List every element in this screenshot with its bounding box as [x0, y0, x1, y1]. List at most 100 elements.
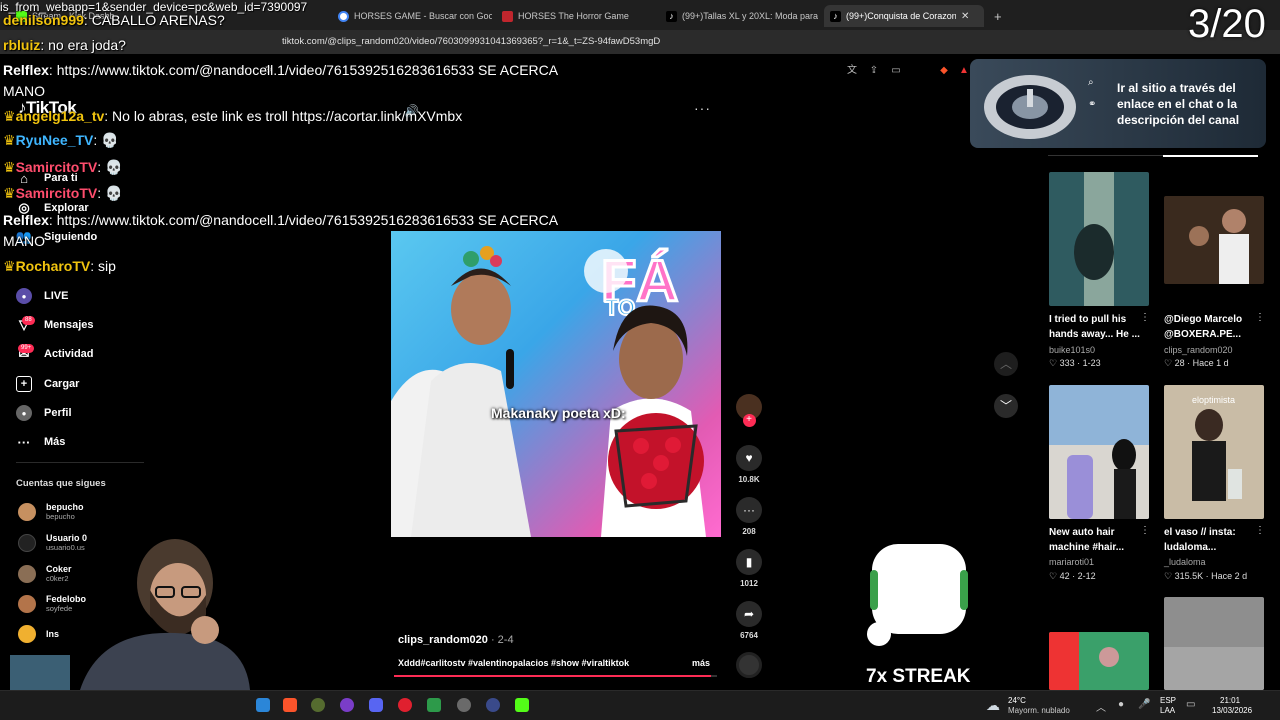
rec-thumb-image	[1049, 385, 1149, 519]
tray-chevron-icon[interactable]: ︿	[1096, 699, 1106, 714]
rec-options-icon[interactable]: ⋮	[1255, 312, 1265, 323]
network-icon[interactable]: ▭	[1186, 699, 1195, 710]
tab-google-search[interactable]: HORSES GAME - Buscar con Google	[332, 5, 492, 27]
video-options-icon[interactable]: ···	[694, 100, 711, 116]
weather-desc: Mayorm. nublado	[1008, 706, 1070, 715]
creator-avatar[interactable]: +	[736, 394, 762, 427]
upload-icon: +	[16, 376, 32, 392]
tab-label: (99+)Conquista de Corazones: P	[846, 11, 956, 21]
chat-message: ♛angelg12a_tv: No lo abras, este link es…	[3, 108, 463, 124]
rec-title[interactable]: I tried to pull his hands away... He ...	[1049, 312, 1149, 342]
like-button[interactable]: ♥ 10.8K	[736, 445, 762, 484]
heart-icon: ♥	[736, 445, 762, 471]
new-tab-button[interactable]: +	[988, 5, 1008, 27]
live-icon: ●	[16, 288, 32, 304]
streak-ghost-icon	[867, 544, 968, 646]
tab-label: HORSES GAME - Buscar con Google	[354, 11, 492, 21]
rec-title[interactable]: @Diego Marcelo @BOXERA.PE...	[1164, 312, 1264, 342]
brave-taskbar-icon[interactable]	[283, 698, 297, 712]
app-icon[interactable]	[457, 698, 471, 712]
kick-taskbar-icon[interactable]	[515, 698, 529, 712]
rec-video-thumb[interactable]	[1049, 385, 1149, 519]
crown-icon: ♛	[3, 258, 16, 274]
app-icon[interactable]	[340, 698, 354, 712]
share-button[interactable]: ➦ 6764	[736, 601, 762, 640]
sound-disc[interactable]	[736, 652, 762, 678]
app-icon[interactable]	[311, 698, 325, 712]
nav-mas[interactable]: ··· Más	[16, 434, 66, 450]
url-field[interactable]: tiktok.com/@clips_random020/video/760309…	[282, 34, 1002, 50]
app-icon[interactable]	[256, 698, 270, 712]
comment-button[interactable]: ··· 208	[736, 497, 762, 536]
tray-icon[interactable]: ●	[1118, 699, 1124, 710]
heart-outline-icon: ♡	[1049, 571, 1058, 581]
google-icon	[338, 10, 349, 22]
nav-live[interactable]: ● LIVE	[16, 288, 68, 304]
streamer-image	[10, 539, 250, 690]
chat-message: MANO	[3, 233, 45, 249]
rec-options-icon[interactable]: ⋮	[1140, 312, 1150, 323]
streak-label: 7x STREAK	[866, 666, 971, 687]
roulette-icon	[984, 75, 1076, 139]
rec-thumb-image	[1049, 172, 1149, 306]
clock-time[interactable]: 21:01	[1220, 696, 1240, 705]
save-button[interactable]: ▮ 1012	[736, 549, 762, 588]
follow-plus-icon[interactable]: +	[742, 414, 756, 427]
app-icon[interactable]	[427, 698, 441, 712]
rec-title[interactable]: New auto hair machine #hair...	[1049, 525, 1149, 555]
music-disc-icon	[736, 652, 762, 678]
rec-thumb-image	[1164, 597, 1264, 690]
nav-cargar[interactable]: + Cargar	[16, 376, 79, 392]
rec-title[interactable]: el vaso // insta: ludaloma...	[1164, 525, 1264, 555]
language-layout: LAA	[1160, 706, 1176, 715]
search-icon: ⌕	[1088, 77, 1094, 88]
language-indicator[interactable]: ESP	[1160, 696, 1176, 705]
tab-tiktok-tallas[interactable]: ♪ (99+)Tallas XL y 20XL: Moda para Tod	[660, 5, 818, 27]
brave-rewards-icon[interactable]: ▲	[958, 65, 970, 77]
rec-options-icon[interactable]: ⋮	[1255, 525, 1265, 536]
rec-meta: ♡ 315.5K · Hace 2 d	[1164, 571, 1248, 581]
video-progress-fill	[394, 675, 711, 677]
rec-video-thumb[interactable]	[1164, 597, 1264, 690]
cast-icon[interactable]: ▭	[890, 65, 902, 77]
microphone-icon[interactable]: 🎤	[1138, 699, 1150, 710]
rec-options-icon[interactable]: ⋮	[1140, 525, 1150, 536]
rec-video-thumb[interactable]	[1164, 196, 1264, 284]
divider	[16, 462, 144, 463]
app-icon[interactable]	[486, 698, 500, 712]
brave-shield-icon[interactable]: ◆	[938, 65, 950, 77]
nav-perfil[interactable]: ● Perfil	[16, 405, 72, 421]
chat-message: Relflex: https://www.tiktok.com/@nandoce…	[3, 62, 559, 78]
video-progress-track[interactable]	[394, 675, 717, 677]
tab-horses-game[interactable]: HORSES The Horror Game	[496, 5, 656, 27]
weather-temp[interactable]: 24°C	[1008, 696, 1026, 705]
stream-counter: 3/20	[1188, 2, 1266, 46]
rec-video-thumb[interactable]	[1049, 172, 1149, 306]
previous-video-icon[interactable]: ︿	[994, 352, 1018, 376]
share-icon[interactable]: ⇪	[868, 65, 880, 77]
chat-message: denilson999: CABALLO ARENAS?	[3, 12, 225, 28]
opera-icon[interactable]	[398, 698, 412, 712]
weather-icon: ☁	[986, 697, 1000, 713]
chat-message: ♛SamircitoTV: 💀	[3, 185, 123, 201]
chat-message: Relflex: https://www.tiktok.com/@nandoce…	[3, 212, 559, 228]
rec-video-thumb[interactable]: eloptimista	[1164, 385, 1264, 519]
translate-icon[interactable]: 文	[846, 65, 858, 77]
video-frame: FÁ TO	[391, 246, 706, 537]
video-author[interactable]: clips_random020 · 2-4	[398, 634, 514, 646]
more-button[interactable]: más	[692, 658, 710, 668]
bookmark-icon: ▮	[736, 549, 762, 575]
horses-icon	[502, 10, 513, 22]
tab-tiktok-conquista[interactable]: ♪ (99+)Conquista de Corazones: P ✕	[824, 5, 984, 27]
rec-meta: ♡ 42 · 2-12	[1049, 571, 1096, 581]
following-account[interactable]: bepucho bepucho	[18, 502, 84, 521]
tab-label: HORSES The Horror Game	[518, 11, 629, 21]
rec-video-thumb[interactable]	[1049, 632, 1149, 690]
rec-author: _ludaloma	[1164, 557, 1206, 567]
next-video-icon[interactable]: ﹀	[994, 394, 1018, 418]
webcam-overlay	[10, 535, 250, 690]
windows-taskbar	[0, 690, 1280, 720]
video-player[interactable]: FÁ TO Makanaky poeta xD:	[391, 231, 721, 537]
discord-icon[interactable]	[369, 698, 383, 712]
close-tab-icon[interactable]: ✕	[961, 11, 969, 22]
